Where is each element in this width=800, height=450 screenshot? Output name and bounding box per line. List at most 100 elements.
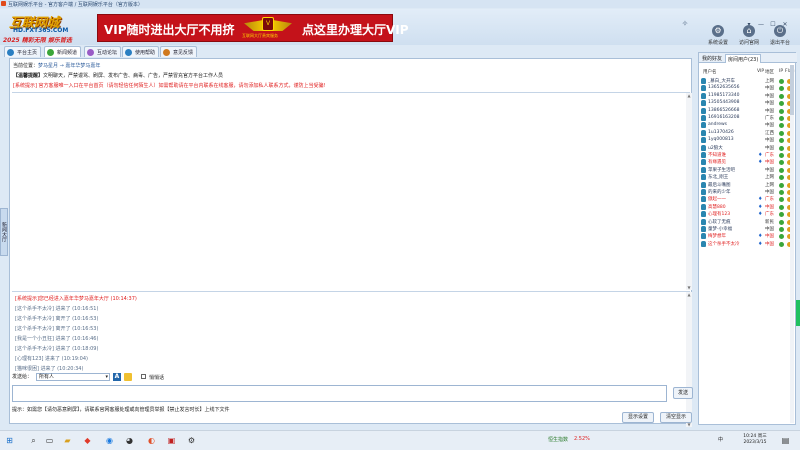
tab-help[interactable]: 使用帮助 [122,46,160,57]
user-row[interactable]: 11985173340 中国 [701,92,795,100]
status-icon [779,130,784,136]
notice-text: 文明聊天，严禁谩骂、刷屏、发布广告、病毒、广告，严禁冒充官方平台工作人员 [43,73,224,79]
user-row[interactable]: 16916163208 广东 [701,115,795,122]
system-settings-button[interactable]: ⚙ 系统设置 [703,25,733,49]
scroll-up-icon[interactable]: ▲ [686,292,692,297]
browser-icon[interactable]: ◉ [104,435,115,446]
qq-icon[interactable]: ◕ [124,435,135,446]
font-icon[interactable]: A [113,373,121,381]
tab-my-friends[interactable]: 我的好友 [700,54,724,63]
status-icon [779,86,784,92]
stock-name[interactable]: 恒生指数 [548,436,568,443]
header-vip[interactable]: VIP [757,69,764,74]
status-icon [779,167,784,173]
user-region: 中国 [765,86,774,92]
media-icon[interactable]: ▣ [166,435,177,446]
app-icon[interactable]: ◆ [82,435,93,446]
user-row[interactable]: 13505443908 中国 [701,100,795,107]
whisper-checkbox[interactable] [141,374,146,379]
user-row[interactable]: 东北_刚王 上网 [701,174,795,181]
user-row[interactable]: andrews 中国 [701,122,795,129]
user-row[interactable]: 高慧880 ♦ 中国 [701,203,795,211]
vip-ad-right-text: 点这里办理大厅VIP [302,23,409,37]
user-row[interactable]: 心软了无痕 新民 [701,218,795,226]
visit-website-button[interactable]: ⌂ 访问官网 [734,25,764,49]
message-input[interactable] [12,385,667,402]
user-row[interactable]: 13652635656 中国 [701,85,795,92]
user-name: 16916163208 [708,115,740,120]
user-list-scrollbar[interactable] [790,65,794,423]
user-row[interactable]: u2狼大 中国 [701,144,795,152]
user-row[interactable]: 苹果子生活吧 中国 [701,166,795,174]
user-avatar-icon [701,144,706,151]
exit-platform-button[interactable]: ⏻ 退出平台 [765,25,795,49]
input-toolbar: 发送给： 所有人 A 悄悄话 [12,373,690,382]
user-row[interactable]: 不知道谁 ♦ 广东 [701,152,795,159]
scroll-down-icon[interactable]: ▼ [686,285,692,290]
user-name: 心理有123 [708,212,731,218]
status-icon [779,145,784,151]
clear-display-button[interactable]: 清空显示 [660,412,692,423]
taskbar-clock[interactable]: 10:24 周三 2023/3/15 [738,434,772,446]
header-username[interactable]: 用户名 [703,69,717,75]
game-icon[interactable]: ◐ [146,435,157,446]
tab-room-users[interactable]: 房间用户(23) [725,54,762,63]
user-region: 广东 [765,153,774,158]
user-name: 高慧880 [708,204,726,210]
chat-room-panel: 当前位置：梦马星月 → 嘉年华梦马嘉年 【温馨提醒】文明聊天，严禁谩骂、刷屏、发… [9,58,693,427]
tab-feedback[interactable]: 意见反馈 [160,46,198,57]
vip-icon: ♦ [758,240,763,247]
user-row[interactable]: 1yq000813 中国 [701,137,795,144]
folder-icon[interactable]: ▰ [62,435,73,446]
windows-start-icon[interactable]: ⊞ [4,435,15,446]
user-row[interactable]: 心理有123 ♦ 广东 [701,211,795,218]
notification-icon[interactable]: ▤ [780,435,791,446]
side-toggle-tab[interactable]: 新闻大厅 [0,208,8,256]
task-view-icon[interactable]: ▭ [44,435,55,446]
user-region: 广东 [765,197,774,203]
tab-forum[interactable]: 互动论坛 [84,46,122,57]
user-region: 中国 [765,123,774,129]
user-region: 广东 [765,116,774,121]
tab-news[interactable]: 新闻频道 [44,46,82,57]
forum-icon [87,49,94,56]
send-button[interactable]: 发送 [673,387,693,399]
header-region[interactable]: 地区 [765,69,774,75]
input-method-indicator[interactable]: 中 [718,436,723,443]
chat-line: [这个杀手不太冷] 离开了 (10:16:53) [15,316,99,322]
vip-advert-banner[interactable]: VIP随时进出大厅不用挤 V 互联网大厅贵宾服务 点这里办理大厅VIP [97,14,409,42]
breadcrumb-path: 梦马星月 → 嘉年华梦马嘉年 [38,63,101,69]
user-row[interactable]: 傲起一一 ♦ 广东 [701,196,795,203]
skin-icon[interactable]: ✧ [680,19,690,29]
user-name: 梅梦想年 [708,234,726,240]
display-settings-button[interactable]: 显示设置 [622,412,654,423]
scroll-thumb[interactable] [790,65,794,115]
emoji-icon[interactable] [124,373,132,381]
header-ip[interactable]: IP [779,69,783,74]
user-row[interactable]: 童梦-小幸福 中国 [701,226,795,233]
user-name: 13652635656 [708,85,740,91]
vip-emblem-icon: V 互联网大厅贵宾服务 [242,16,292,41]
recipient-select[interactable]: 所有人 [36,373,110,381]
search-icon[interactable]: ⌕ [28,435,39,446]
user-name: 不知道谁 [708,153,726,158]
public-message-pane[interactable]: ▲ ▼ [12,92,692,290]
user-row[interactable]: 的来的少年 中国 [701,189,795,196]
logo[interactable]: 互联网城 HD.FXT365.COM 2025 精彩无限 娱乐首选 [3,12,95,44]
clock-date: 2023/3/15 [743,440,767,445]
gear-icon: ⚙ [712,25,724,37]
user-row[interactable]: 1u1370426 江西 [701,129,795,137]
user-region: 中国 [765,93,774,99]
scroll-up-icon[interactable]: ▲ [686,93,692,98]
user-row[interactable]: _慕白_大开车 上网 [701,78,795,85]
tab-home[interactable]: 平台主页 [4,46,42,57]
user-row[interactable]: 13866526668 中国 [701,107,795,115]
user-name: _慕白_大开车 [708,79,735,84]
user-row[interactable]: 有缘遇见 ♦ 中国 [701,159,795,166]
user-row[interactable]: 梅梦想年 ♦ 中国 [701,233,795,240]
footer-tip: 提示：如需您【请勿恶意刷屏】，请联系官网客服处理或向管理员举报【禁止发言时长】上… [12,407,230,413]
user-row[interactable]: 这个杀手不太冷 ♦ 中国 [701,240,795,248]
public-pane-scrollbar[interactable]: ▲ ▼ [686,93,692,290]
user-row[interactable]: 最后斗嘴图 上网 [701,181,795,189]
settings-icon[interactable]: ⚙ [186,435,197,446]
